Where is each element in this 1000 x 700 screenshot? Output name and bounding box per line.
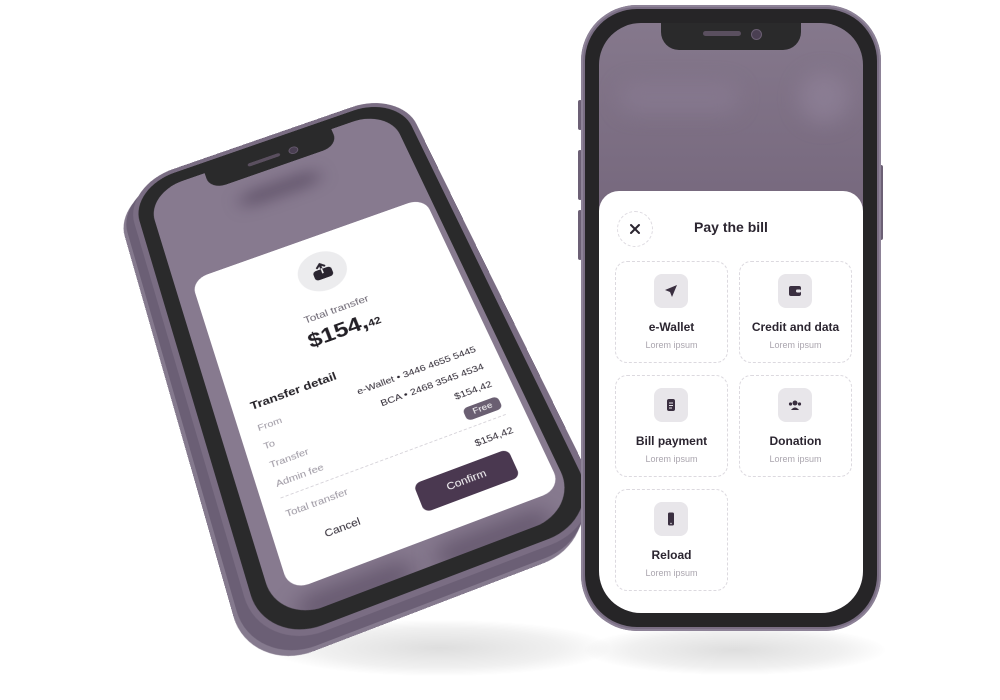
upload-transfer-icon (291, 244, 354, 299)
speaker-grille (703, 31, 741, 36)
speaker-grille (247, 152, 281, 167)
cancel-button[interactable]: Cancel (317, 513, 369, 544)
tile-subtitle: Lorem ipsum (645, 454, 698, 464)
front-camera (751, 29, 762, 40)
send-icon (654, 274, 688, 308)
row-label: To (262, 437, 277, 453)
tile-title: Credit and data (751, 320, 840, 334)
tile-title: Donation (769, 434, 822, 448)
tile-donation[interactable]: Donation Lorem ipsum (739, 375, 852, 477)
blurred-background (799, 73, 849, 123)
total-value: $154,42 (473, 424, 516, 450)
notch (661, 23, 801, 50)
front-camera (287, 145, 300, 156)
people-icon (778, 388, 812, 422)
tile-subtitle: Lorem ipsum (769, 454, 822, 464)
tile-bill-payment[interactable]: Bill payment Lorem ipsum (615, 375, 728, 477)
tile-title: e-Wallet (648, 320, 695, 334)
tile-subtitle: Lorem ipsum (645, 340, 698, 350)
sheet-title: Pay the bill (694, 219, 768, 235)
right-phone-bezel: Pay the bill e-Wallet Lorem ipsum Credit… (585, 9, 877, 627)
left-phone-bezel: Total transfer $154,42 Transfer detail F… (129, 95, 603, 647)
left-phone: Total transfer $154,42 Transfer detail F… (123, 90, 612, 656)
right-phone: Pay the bill e-Wallet Lorem ipsum Credit… (581, 5, 881, 631)
document-icon (654, 388, 688, 422)
wallet-icon (778, 274, 812, 308)
pay-the-bill-sheet: Pay the bill e-Wallet Lorem ipsum Credit… (599, 191, 863, 613)
phone-icon (654, 502, 688, 536)
tile-subtitle: Lorem ipsum (645, 568, 698, 578)
right-phone-screen: Pay the bill e-Wallet Lorem ipsum Credit… (599, 23, 863, 613)
tile-title: Bill payment (635, 434, 708, 448)
tile-e-wallet[interactable]: e-Wallet Lorem ipsum (615, 261, 728, 363)
tile-credit-and-data[interactable]: Credit and data Lorem ipsum (739, 261, 852, 363)
left-phone-stage: Total transfer $154,42 Transfer detail F… (80, 0, 612, 700)
amount-cents: 42 (366, 314, 383, 330)
tile-subtitle: Lorem ipsum (769, 340, 822, 350)
row-label: From (256, 415, 284, 434)
right-phone-shadow (585, 625, 885, 675)
tile-title: Reload (651, 548, 692, 562)
blurred-background (619, 83, 739, 113)
notch (204, 128, 339, 190)
left-phone-screen: Total transfer $154,42 Transfer detail F… (146, 109, 579, 624)
tile-reload[interactable]: Reload Lorem ipsum (615, 489, 728, 591)
